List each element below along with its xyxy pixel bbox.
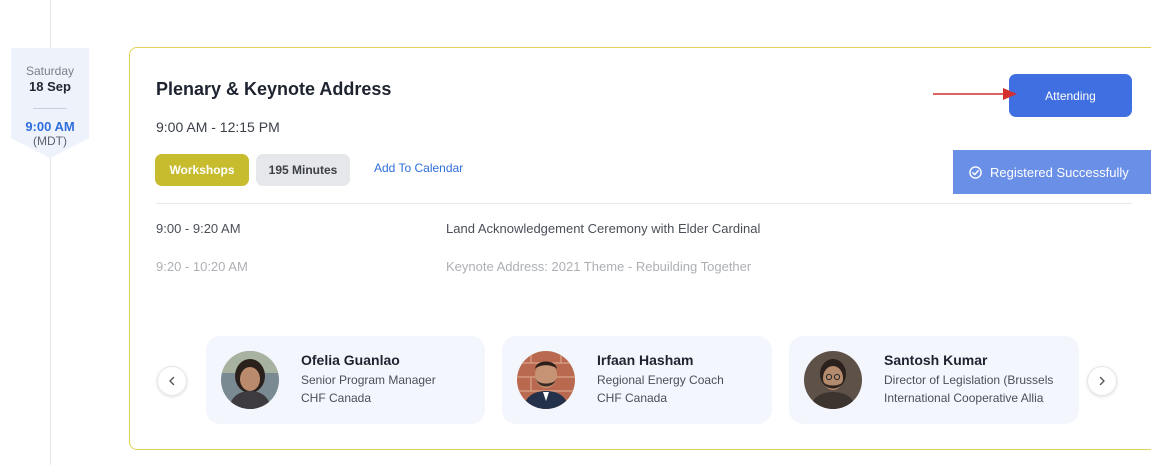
check-circle-icon <box>969 165 982 179</box>
avatar <box>804 351 862 409</box>
avatar <box>517 351 575 409</box>
date-time: 9:00 AM <box>25 119 75 134</box>
agenda-title: Keynote Address: 2021 Theme - Rebuilding… <box>446 259 752 274</box>
speaker-role: Regional Energy Coach <box>597 373 724 387</box>
speaker-card[interactable]: Ofelia Guanlao Senior Program Manager CH… <box>206 336 485 424</box>
agenda-fade <box>130 276 1151 304</box>
speaker-org: CHF Canada <box>597 391 668 405</box>
speaker-name: Santosh Kumar <box>884 352 988 368</box>
registered-status: Registered Successfully <box>953 150 1151 194</box>
agenda-row: 9:20 - 10:20 AM Keynote Address: 2021 Th… <box>156 259 1056 277</box>
agenda-time: 9:00 - 9:20 AM <box>156 221 241 236</box>
session-time-range: 9:00 AM - 12:15 PM <box>156 119 280 135</box>
annotation-arrow <box>933 88 1017 100</box>
carousel-next-button[interactable] <box>1087 366 1117 396</box>
attending-button[interactable]: Attending <box>1009 74 1132 117</box>
chevron-left-icon <box>169 376 175 386</box>
agenda-time: 9:20 - 10:20 AM <box>156 259 248 274</box>
tag-duration: 195 Minutes <box>256 154 350 186</box>
speaker-role: Director of Legislation (Brussels <box>884 373 1054 387</box>
speaker-name: Ofelia Guanlao <box>301 352 400 368</box>
speaker-card[interactable]: Santosh Kumar Director of Legislation (B… <box>789 336 1079 424</box>
date-divider <box>33 108 67 109</box>
speaker-org: CHF Canada <box>301 391 372 405</box>
speaker-name: Irfaan Hasham <box>597 352 694 368</box>
speaker-org: International Cooperative Allia <box>884 391 1044 405</box>
session-title: Plenary & Keynote Address <box>156 79 392 99</box>
avatar <box>221 351 279 409</box>
carousel-prev-button[interactable] <box>157 366 187 396</box>
add-to-calendar-link[interactable]: Add To Calendar <box>374 161 463 175</box>
agenda-row: 9:00 - 9:20 AM Land Acknowledgement Cere… <box>156 221 1056 239</box>
session-card: Plenary & Keynote Address 9:00 AM - 12:1… <box>129 47 1151 450</box>
agenda-title: Land Acknowledgement Ceremony with Elder… <box>446 221 761 236</box>
agenda-divider <box>156 203 1132 204</box>
speaker-card[interactable]: Irfaan Hasham Regional Energy Coach CHF … <box>502 336 772 424</box>
registered-label: Registered Successfully <box>990 164 1129 180</box>
speaker-role: Senior Program Manager <box>301 373 436 387</box>
date-badge: Saturday 18 Sep 9:00 AM (MDT) <box>11 48 89 158</box>
chevron-right-icon <box>1099 376 1105 386</box>
date-day-of-week: Saturday <box>25 64 75 78</box>
date-timezone: (MDT) <box>33 134 67 148</box>
tag-workshops: Workshops <box>155 154 249 186</box>
date-day: 18 Sep <box>29 79 71 94</box>
